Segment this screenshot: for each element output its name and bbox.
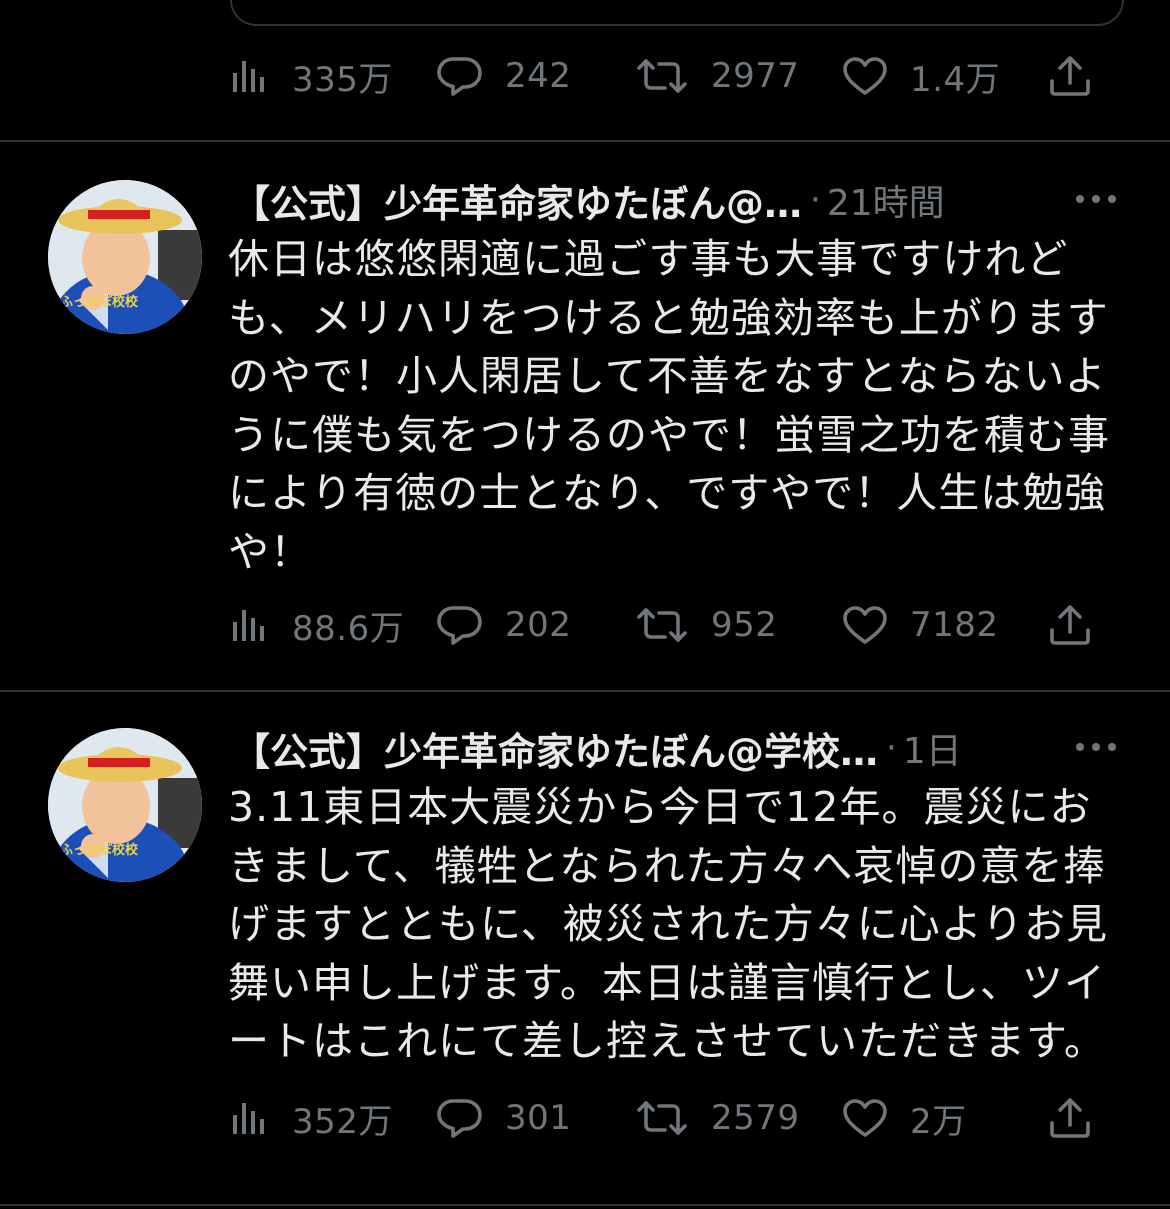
more-button[interactable] (1072, 732, 1122, 762)
share-button[interactable] (1048, 1088, 1092, 1148)
like-button[interactable]: 1.4万 (842, 46, 1000, 106)
views-count: 352万 (292, 1101, 393, 1142)
reply-bubble-icon (437, 606, 482, 645)
tweet-0-action-bar: 335万 242 2977 1.4万 (230, 46, 1110, 106)
svg-text:ふっかぽ校校: ふっかぽ校校 (60, 294, 139, 310)
share-upload-icon (1050, 605, 1090, 645)
reply-button[interactable]: 202 (435, 595, 571, 655)
reply-count: 301 (505, 1098, 572, 1138)
retweet-arrows-icon (637, 59, 687, 93)
author-name[interactable]: 【公式】少年革命家ゆたぼん@… (232, 173, 802, 228)
tweet-header: 【公式】少年革命家ゆたぼん@… · 21時間 (232, 170, 1032, 230)
separator: · (886, 728, 897, 768)
reply-button[interactable]: 301 (435, 1088, 571, 1148)
tweet-text-line: 休日は悠悠閑適に過ごす事も大事ですけれど (228, 235, 1069, 283)
avatar[interactable]: ふっかぽ校校 (48, 728, 202, 882)
tweet-text-line: や！ (228, 527, 312, 576)
views-button[interactable]: 335万 (230, 46, 393, 106)
retweet-button[interactable]: 2579 (635, 1088, 800, 1148)
tweet-text-line: により有徳の士となり、ですやで！人生は勉強 (228, 469, 1107, 517)
like-count: 2万 (910, 1101, 967, 1142)
separator: · (810, 180, 821, 220)
retweet-arrows-icon (637, 608, 687, 642)
heart-icon (843, 606, 887, 644)
tweet-1-action-bar: 88.6万 202 952 7182 (230, 595, 1110, 655)
heart-icon (843, 1099, 887, 1137)
svg-text:ふっかぽ校校: ふっかぽ校校 (60, 842, 139, 858)
tweet-text-line: うに僕も気をつけるのやで！蛍雪之功を積む事 (228, 410, 1110, 459)
tweet-text-line: きまして、犠牲となられた方々へ哀悼の意を捧 (228, 841, 1106, 890)
reply-count: 202 (505, 605, 572, 645)
like-button[interactable]: 2万 (842, 1088, 967, 1148)
tweet-text-line: も、メリハリをつけると勉強効率も上がります (228, 293, 1109, 342)
avatar-image: ふっかぽ校校 (48, 180, 202, 334)
views-bar-chart-icon (233, 610, 264, 641)
like-count: 7182 (910, 605, 999, 645)
share-button[interactable] (1048, 46, 1092, 106)
share-upload-icon (1050, 1098, 1090, 1138)
avatar[interactable]: ふっかぽ校校 (48, 180, 202, 334)
heart-icon (843, 57, 887, 95)
retweet-button[interactable]: 2977 (635, 46, 800, 106)
views-button[interactable]: 352万 (230, 1088, 393, 1148)
tweet-text-line: げますとともに、被災された方々に心よりお見 (228, 900, 1108, 948)
previous-media-card[interactable] (230, 0, 1124, 26)
views-button[interactable]: 88.6万 (230, 595, 404, 655)
share-upload-icon (1050, 56, 1090, 96)
author-name[interactable]: 【公式】少年革命家ゆたぼん@学校… (232, 721, 878, 776)
retweet-button[interactable]: 952 (635, 595, 777, 655)
tweet-text-line: 舞い申し上げます。本日は謹言慎行とし、ツイ (228, 958, 1106, 1007)
like-button[interactable]: 7182 (842, 595, 999, 655)
more-dots-icon (1076, 195, 1116, 203)
divider (0, 690, 1170, 692)
tweet-text-line: ートはこれにて差し控えさせていただきます。 (228, 1017, 1106, 1065)
tweet-header: 【公式】少年革命家ゆたぼん@学校… · 1日 (232, 718, 1032, 778)
divider (0, 1204, 1170, 1206)
tweet-text-line: 3.11東日本大震災から今日で12年。震災にお (228, 783, 1092, 831)
share-button[interactable] (1048, 595, 1092, 655)
divider (0, 140, 1170, 142)
more-button[interactable] (1072, 184, 1122, 214)
timestamp[interactable]: 21時間 (827, 174, 945, 226)
retweet-count: 952 (711, 605, 778, 645)
retweet-count: 2977 (711, 56, 800, 96)
tweet-text: 3.11東日本大震災から今日で12年。震災にお きまして、犠牲となられた方々へ哀… (228, 778, 1128, 1071)
views-count: 88.6万 (292, 608, 405, 649)
retweet-count: 2579 (711, 1098, 800, 1138)
tweet-text: 休日は悠悠閑適に過ごす事も大事ですけれど も、メリハリをつけると勉強効率も上がり… (228, 230, 1128, 581)
views-bar-chart-icon (233, 1103, 264, 1134)
avatar-image: ふっかぽ校校 (48, 728, 202, 882)
tweet-2-action-bar: 352万 301 2579 2万 (230, 1088, 1110, 1148)
reply-button[interactable]: 242 (435, 46, 571, 106)
reply-bubble-icon (437, 1099, 482, 1138)
like-count: 1.4万 (910, 59, 1001, 100)
more-dots-icon (1076, 743, 1116, 751)
tweet-text-line: のやで！小人閑居して不善をなすとならないよ (228, 352, 1107, 400)
reply-bubble-icon (437, 57, 482, 96)
retweet-arrows-icon (637, 1101, 687, 1135)
views-count: 335万 (292, 59, 393, 100)
reply-count: 242 (505, 56, 572, 96)
timestamp[interactable]: 1日 (903, 722, 962, 774)
views-bar-chart-icon (233, 61, 264, 92)
